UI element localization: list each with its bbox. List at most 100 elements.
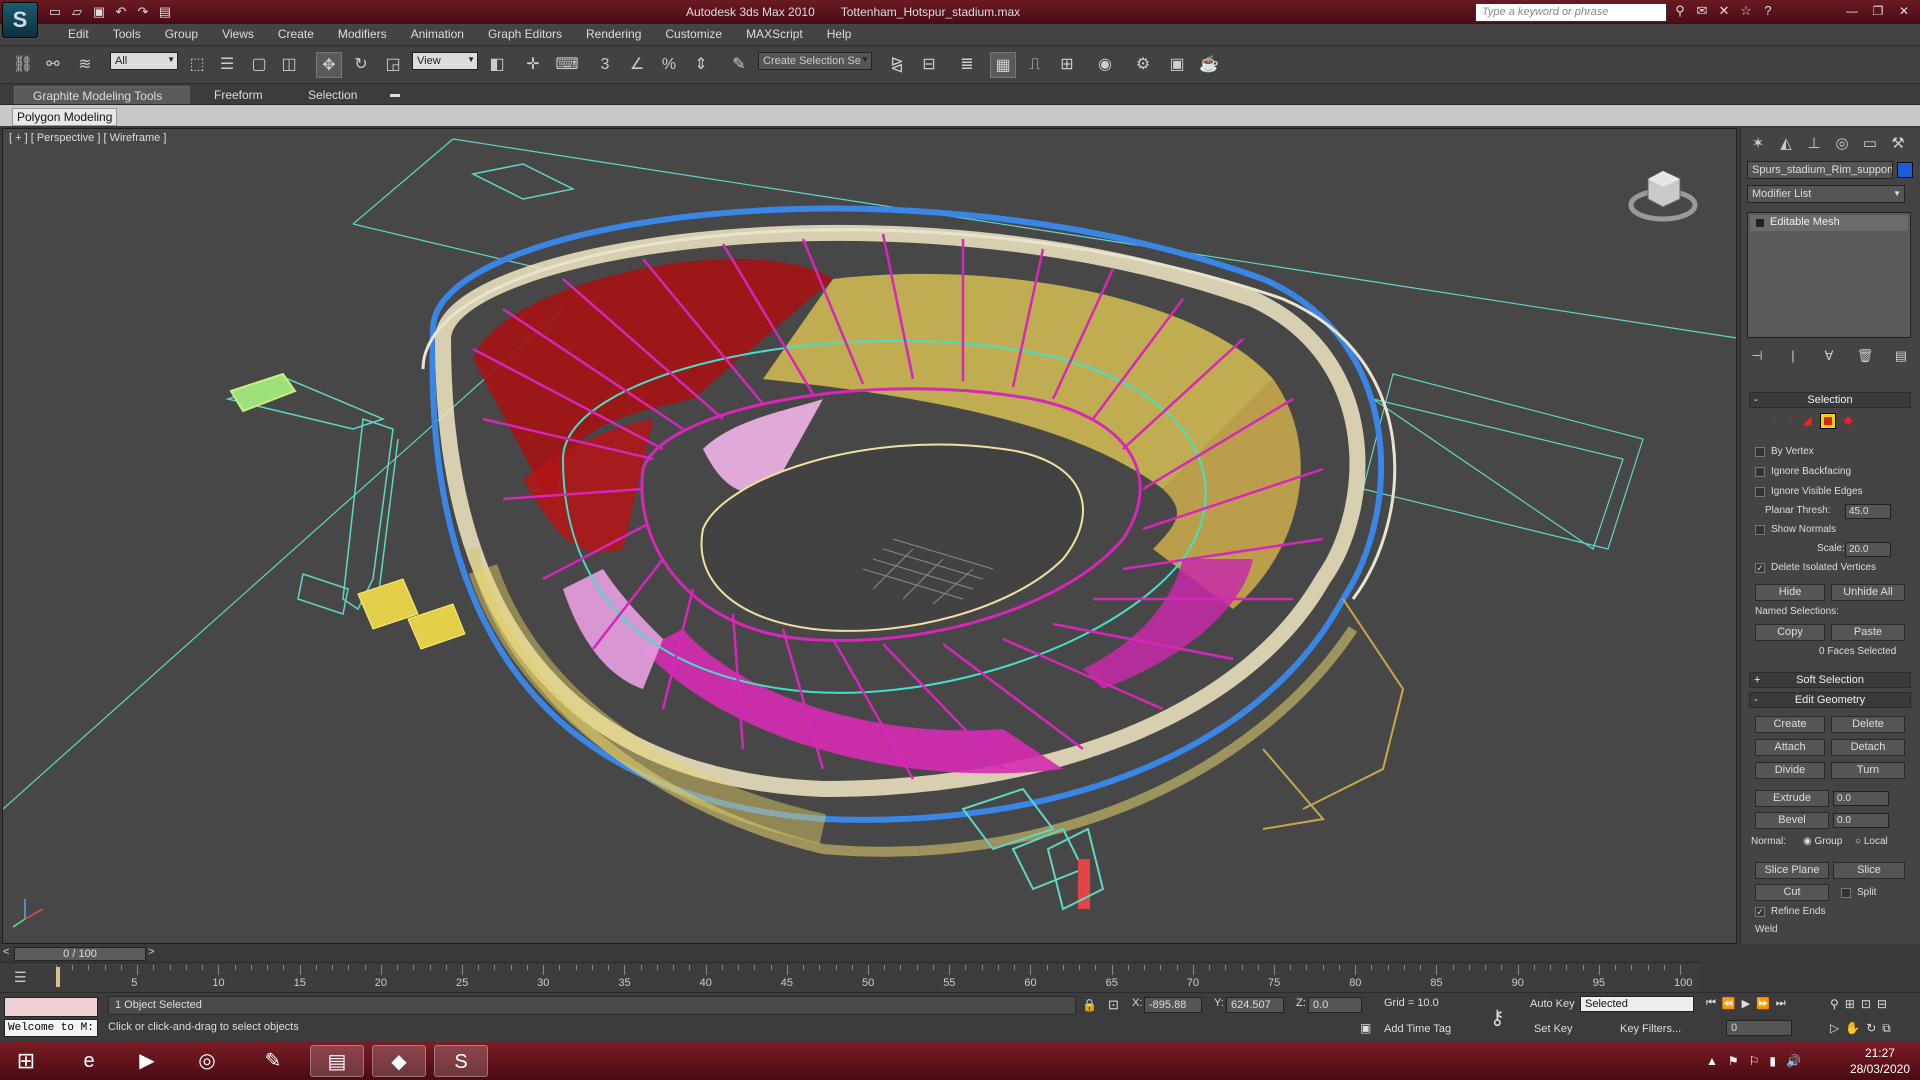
menu-views[interactable]: Views — [210, 27, 266, 41]
favorites-star-icon[interactable]: ☆ — [1738, 3, 1754, 20]
copy-button[interactable]: Copy — [1755, 624, 1825, 641]
cut-button[interactable]: Cut — [1755, 884, 1829, 901]
named-selection-sets-dropdown[interactable]: Create Selection Se — [758, 52, 872, 70]
time-slider-thumb[interactable]: 0 / 100 — [14, 947, 146, 961]
tab-freeform[interactable]: Freeform — [196, 86, 281, 104]
polygon-icon[interactable] — [1819, 413, 1836, 429]
previous-frame-icon[interactable]: ⏪ — [1722, 997, 1736, 1010]
menu-maxscript[interactable]: MAXScript — [734, 27, 815, 41]
select-and-link-icon[interactable]: ⛓ — [10, 52, 36, 78]
menu-graph-editors[interactable]: Graph Editors — [476, 27, 574, 41]
select-and-rotate-icon[interactable]: ↻ — [348, 52, 374, 78]
menu-tools[interactable]: Tools — [101, 27, 153, 41]
project-folder-icon[interactable]: ▤ — [156, 3, 174, 21]
go-to-start-icon[interactable]: ⏮ — [1706, 997, 1716, 1010]
reference-coordinate-dropdown[interactable]: View — [412, 52, 478, 70]
save-icon[interactable]: ▣ — [90, 3, 108, 21]
hide-button[interactable]: Hide — [1755, 584, 1825, 601]
create-tab-icon[interactable]: ✶ — [1747, 134, 1769, 156]
bind-space-warp-icon[interactable]: ≋ — [72, 52, 98, 78]
field-of-view-icon[interactable]: ▷ — [1830, 1021, 1839, 1036]
rectangular-selection-icon[interactable]: ▢ — [246, 52, 272, 78]
menu-rendering[interactable]: Rendering — [574, 27, 653, 41]
time-next-icon[interactable]: > — [148, 946, 154, 958]
zoom-extents-all-icon[interactable]: ⊟ — [1877, 997, 1887, 1011]
next-frame-icon[interactable]: ⏩ — [1756, 997, 1770, 1010]
angle-snap-icon[interactable]: ∠ — [624, 52, 650, 78]
delete-isolated-vertices-checkbox[interactable]: ✓ Delete Isolated Vertices — [1755, 562, 1876, 573]
remove-modifier-icon[interactable]: 🗑 — [1855, 348, 1875, 366]
keyboard-shortcut-override-icon[interactable]: ⌨ — [554, 52, 580, 78]
action-center-icon[interactable]: ⚐ — [1749, 1054, 1760, 1068]
manipulate-icon[interactable]: ✛ — [520, 52, 546, 78]
go-to-end-icon[interactable]: ⏭ — [1776, 997, 1786, 1010]
menu-group[interactable]: Group — [153, 27, 210, 41]
y-coordinate-field[interactable]: 624.507 — [1226, 997, 1284, 1013]
split-checkbox[interactable]: Split — [1841, 887, 1876, 898]
file-explorer-icon[interactable]: ▤ — [310, 1045, 364, 1077]
set-key-key-icon[interactable]: ⚷ — [1490, 1005, 1505, 1030]
spinner-snap-icon[interactable]: ⇕ — [688, 52, 714, 78]
vertex-icon[interactable]: ⁖ — [1771, 413, 1778, 429]
ribbon-options-icon[interactable]: ▬ — [390, 86, 400, 104]
motion-tab-icon[interactable]: ◎ — [1831, 134, 1853, 156]
ignore-visible-edges-checkbox[interactable]: Ignore Visible Edges — [1755, 486, 1863, 497]
pin-stack-icon[interactable]: ⊣ — [1747, 348, 1767, 366]
close-icon[interactable]: ✕ — [1892, 2, 1916, 20]
delete-button[interactable]: Delete — [1831, 716, 1905, 733]
show-end-result-icon[interactable]: | — [1783, 348, 1803, 366]
selection-lock-icon[interactable]: 🔒 — [1082, 998, 1097, 1012]
create-button[interactable]: Create — [1755, 716, 1825, 733]
render-production-icon[interactable]: ☕ — [1196, 52, 1222, 78]
undo-icon[interactable]: ↶ — [112, 3, 130, 21]
object-color-swatch[interactable] — [1897, 162, 1913, 178]
maxscript-listener-mini[interactable] — [4, 997, 98, 1017]
bevel-button[interactable]: Bevel — [1755, 812, 1829, 829]
select-by-name-icon[interactable]: ☰ — [214, 52, 240, 78]
tools-icon[interactable]: ✕ — [1716, 3, 1732, 20]
minimize-icon[interactable]: — — [1840, 2, 1864, 20]
render-setup-icon[interactable]: ⚙ — [1130, 52, 1156, 78]
selection-rollout-header[interactable]: - Selection — [1749, 392, 1911, 408]
zoom-icon[interactable]: ⚲ — [1830, 997, 1839, 1011]
absolute-mode-icon[interactable]: ⊡ — [1108, 997, 1119, 1013]
material-editor-icon[interactable]: ◉ — [1092, 52, 1118, 78]
zoom-extents-icon[interactable]: ⊡ — [1861, 997, 1871, 1011]
show-normals-checkbox[interactable]: Show Normals — [1755, 524, 1836, 535]
rendered-frame-window-icon[interactable]: ▣ — [1164, 52, 1190, 78]
time-prev-icon[interactable]: < — [3, 946, 9, 958]
current-frame-field[interactable]: 0 — [1726, 1020, 1792, 1036]
pivot-center-icon[interactable]: ◧ — [484, 52, 510, 78]
set-key-button[interactable]: Set Key — [1534, 1023, 1573, 1035]
slice-button[interactable]: Slice — [1833, 862, 1905, 879]
planar-thresh-spinner[interactable]: 45.0 — [1845, 504, 1891, 519]
layer-manager-icon[interactable]: ≣ — [954, 52, 980, 78]
turn-button[interactable]: Turn — [1831, 762, 1905, 779]
slice-plane-button[interactable]: Slice Plane — [1755, 862, 1829, 879]
restore-icon[interactable]: ❐ — [1866, 2, 1890, 20]
menu-help[interactable]: Help — [815, 27, 864, 41]
normal-local-radio[interactable]: ○ Local — [1855, 836, 1888, 847]
extrude-button[interactable]: Extrude — [1755, 790, 1829, 807]
time-slider[interactable]: < 0 / 100 > — [0, 946, 1740, 962]
select-and-scale-icon[interactable]: ◲ — [380, 52, 406, 78]
menu-customize[interactable]: Customize — [653, 27, 734, 41]
align-icon[interactable]: ⊟ — [916, 52, 942, 78]
communication-center-icon[interactable]: ✉ — [1694, 3, 1710, 20]
unlink-icon[interactable]: ⚯ — [40, 52, 66, 78]
edit-named-selection-icon[interactable]: ✎ — [726, 52, 752, 78]
refine-ends-checkbox[interactable]: ✓ Refine Ends — [1755, 906, 1825, 917]
make-unique-icon[interactable]: ∀ — [1819, 348, 1839, 366]
modifier-list-dropdown[interactable]: Modifier List — [1747, 185, 1905, 203]
auto-key-button[interactable]: Auto Key — [1530, 998, 1575, 1010]
menu-animation[interactable]: Animation — [399, 27, 476, 41]
maximize-viewport-icon[interactable]: ⧉ — [1882, 1021, 1891, 1036]
attach-button[interactable]: Attach — [1755, 739, 1825, 756]
taskbar-clock[interactable]: 21:27 28/03/2020 — [1850, 1045, 1910, 1077]
polygon-modeling-panel[interactable]: Polygon Modeling — [12, 108, 118, 126]
help-search-input[interactable]: Type a keyword or phrase — [1475, 3, 1667, 22]
orbit-icon[interactable]: ↻ — [1866, 1021, 1876, 1036]
select-object-icon[interactable]: ⬚ — [184, 52, 210, 78]
tab-graphite-modeling-tools[interactable]: Graphite Modeling Tools — [14, 86, 190, 104]
paste-button[interactable]: Paste — [1831, 624, 1905, 641]
